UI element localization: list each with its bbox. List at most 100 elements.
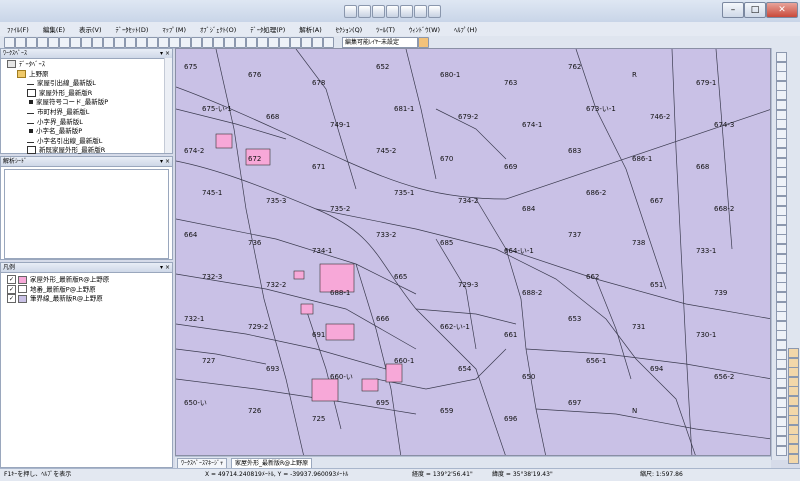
workspace-scrollbar[interactable] bbox=[164, 58, 172, 153]
quick-help-icon[interactable] bbox=[414, 5, 427, 18]
toolbar-tool-icon[interactable] bbox=[268, 37, 279, 48]
right-tool-icon[interactable] bbox=[776, 215, 787, 226]
toolbar-tool-icon[interactable] bbox=[191, 37, 202, 48]
workspace-tree-item[interactable]: 小字名引出線_最新版L bbox=[1, 137, 172, 147]
toolbar-tool-icon[interactable] bbox=[147, 37, 158, 48]
right-tool-icon[interactable] bbox=[776, 311, 787, 322]
analysis-area[interactable] bbox=[4, 169, 169, 259]
right-tool-icon[interactable] bbox=[776, 263, 787, 274]
house-polygon[interactable] bbox=[325, 323, 355, 341]
right-tool-icon[interactable] bbox=[776, 330, 787, 341]
toolbar-tool-icon[interactable] bbox=[4, 37, 15, 48]
legend-item[interactable]: ✓ 家屋外形_最新版R@上野原 bbox=[1, 275, 172, 285]
toolbar-tool-icon[interactable] bbox=[312, 37, 323, 48]
toolbar-tool-icon[interactable] bbox=[125, 37, 136, 48]
edit-tool-icon[interactable] bbox=[788, 424, 799, 435]
toolbar-tool-icon[interactable] bbox=[158, 37, 169, 48]
right-tool-icon[interactable] bbox=[776, 359, 787, 370]
right-tool-icon[interactable] bbox=[776, 368, 787, 379]
workspace-tree-item[interactable]: 小字名_最新版P bbox=[1, 127, 172, 137]
menu-dataset[interactable]: ﾃﾞｰﾀｾｯﾄ(D) bbox=[109, 24, 156, 34]
workspace-tree-item[interactable]: 家屋引出線_最新版L bbox=[1, 79, 172, 89]
right-tool-icon[interactable] bbox=[776, 196, 787, 206]
menu-analysis[interactable]: 解析(A) bbox=[292, 24, 329, 34]
right-tool-icon[interactable] bbox=[776, 176, 787, 187]
house-polygon[interactable] bbox=[385, 363, 403, 383]
edit-tool-icon[interactable] bbox=[788, 376, 799, 387]
menu-section[interactable]: ｾｸｼｮﾝ(Q) bbox=[329, 24, 369, 34]
map-canvas[interactable]: 675 676 678 652 680-1 763 762 R 679-1 675-い-1 668 7… bbox=[176, 49, 771, 456]
toolbar-tool-icon[interactable] bbox=[323, 37, 334, 48]
workspace-tree-item[interactable]: ﾃﾞｰﾀﾍﾞｰｽ bbox=[1, 60, 172, 70]
right-tool-icon[interactable] bbox=[776, 253, 787, 264]
right-tool-icon[interactable] bbox=[776, 167, 787, 178]
toolbar-tool-icon[interactable] bbox=[246, 37, 257, 48]
right-tool-icon[interactable] bbox=[776, 292, 787, 302]
edit-tool-icon[interactable] bbox=[788, 367, 799, 378]
legend-checkbox[interactable]: ✓ bbox=[7, 294, 16, 304]
right-tool-icon[interactable] bbox=[776, 109, 787, 120]
toolbar-tool-icon[interactable] bbox=[26, 37, 37, 48]
right-tool-icon[interactable] bbox=[776, 340, 787, 350]
house-polygon[interactable] bbox=[215, 133, 233, 149]
edit-tool-icon[interactable] bbox=[788, 396, 799, 406]
house-polygon[interactable] bbox=[311, 378, 339, 402]
right-tool-icon[interactable] bbox=[776, 426, 787, 437]
legend-checkbox[interactable]: ✓ bbox=[7, 284, 16, 294]
toolbar-tool-icon[interactable] bbox=[48, 37, 59, 48]
toolbar-tool-icon[interactable] bbox=[169, 37, 180, 48]
menu-data-processing[interactable]: ﾃﾞｰﾀ処理(P) bbox=[243, 24, 292, 34]
menu-help[interactable]: ﾍﾙﾌﾟ(H) bbox=[447, 24, 484, 34]
map-view[interactable]: 675 676 678 652 680-1 763 762 R 679-1 675-い-1 668 7… bbox=[175, 48, 771, 456]
right-tool-icon[interactable] bbox=[776, 320, 787, 331]
toolbar-tool-icon[interactable] bbox=[59, 37, 70, 48]
workspace-tree-item[interactable]: 小字界_最新版L bbox=[1, 118, 172, 128]
legend-item[interactable]: ✓ 筆界線_最新版R@上野原 bbox=[1, 294, 172, 304]
right-tool-icon[interactable] bbox=[776, 61, 787, 72]
quick-print-icon[interactable] bbox=[400, 5, 413, 18]
right-tool-icon[interactable] bbox=[776, 378, 787, 389]
right-tool-icon[interactable] bbox=[776, 100, 787, 110]
right-tool-icon[interactable] bbox=[776, 244, 787, 254]
workspace-tree-item[interactable]: 市町村界_最新版L bbox=[1, 108, 172, 118]
right-tool-icon[interactable] bbox=[776, 301, 787, 312]
panel-controls[interactable]: ▾ × bbox=[160, 263, 170, 272]
minimize-button[interactable]: – bbox=[722, 2, 744, 18]
right-tool-icon[interactable] bbox=[776, 234, 787, 245]
toolbar-tool-icon[interactable] bbox=[37, 37, 48, 48]
menu-map[interactable]: ﾏｯﾌﾟ(M) bbox=[155, 24, 193, 34]
right-tool-icon[interactable] bbox=[776, 119, 787, 130]
house-polygon[interactable] bbox=[300, 303, 314, 315]
menu-tools[interactable]: ﾂｰﾙ(T) bbox=[369, 24, 402, 34]
toolbar-tool-icon[interactable] bbox=[103, 37, 114, 48]
edit-tool-icon[interactable] bbox=[788, 405, 799, 416]
right-tool-icon[interactable] bbox=[776, 71, 787, 82]
menu-view[interactable]: 表示(V) bbox=[72, 24, 109, 34]
menu-object[interactable]: ｵﾌﾞｼﾞｪｸﾄ(O) bbox=[193, 24, 243, 34]
quick-redo-icon[interactable] bbox=[386, 5, 399, 18]
edit-tool-icon[interactable] bbox=[788, 357, 799, 368]
toolbar-tool-icon[interactable] bbox=[213, 37, 224, 48]
panel-controls[interactable]: ▾ × bbox=[160, 49, 170, 58]
legend-item[interactable]: ✓ 地番_最新版P@上野原 bbox=[1, 284, 172, 295]
menu-window[interactable]: ｳｨﾝﾄﾞｳ(W) bbox=[402, 24, 447, 34]
toolbar-tool-icon[interactable] bbox=[224, 37, 235, 48]
maximize-button[interactable]: □ bbox=[744, 2, 766, 18]
right-tool-icon[interactable] bbox=[776, 90, 787, 101]
toolbar-tool-icon[interactable] bbox=[257, 37, 268, 48]
edit-tool-icon[interactable] bbox=[788, 453, 799, 464]
right-tool-icon[interactable] bbox=[776, 80, 787, 91]
right-tool-icon[interactable] bbox=[776, 186, 787, 197]
workspace-tree-item[interactable]: 新既家屋外形_最新版R bbox=[1, 146, 172, 156]
right-tool-icon[interactable] bbox=[776, 52, 787, 62]
edit-tool-icon[interactable] bbox=[788, 348, 799, 358]
quick-settings-icon[interactable] bbox=[428, 5, 441, 18]
toolbar-tool-icon[interactable] bbox=[92, 37, 103, 48]
editable-layer-select[interactable]: 編集可能ﾚｲﾔｰ未設定 bbox=[342, 37, 418, 48]
toolbar-tool-icon[interactable] bbox=[180, 37, 191, 48]
toolbar-tool-icon[interactable] bbox=[301, 37, 312, 48]
house-polygon[interactable] bbox=[361, 378, 379, 392]
right-tool-icon[interactable] bbox=[776, 407, 787, 418]
right-tool-icon[interactable] bbox=[776, 128, 787, 139]
edit-tool-icon[interactable] bbox=[788, 386, 799, 397]
